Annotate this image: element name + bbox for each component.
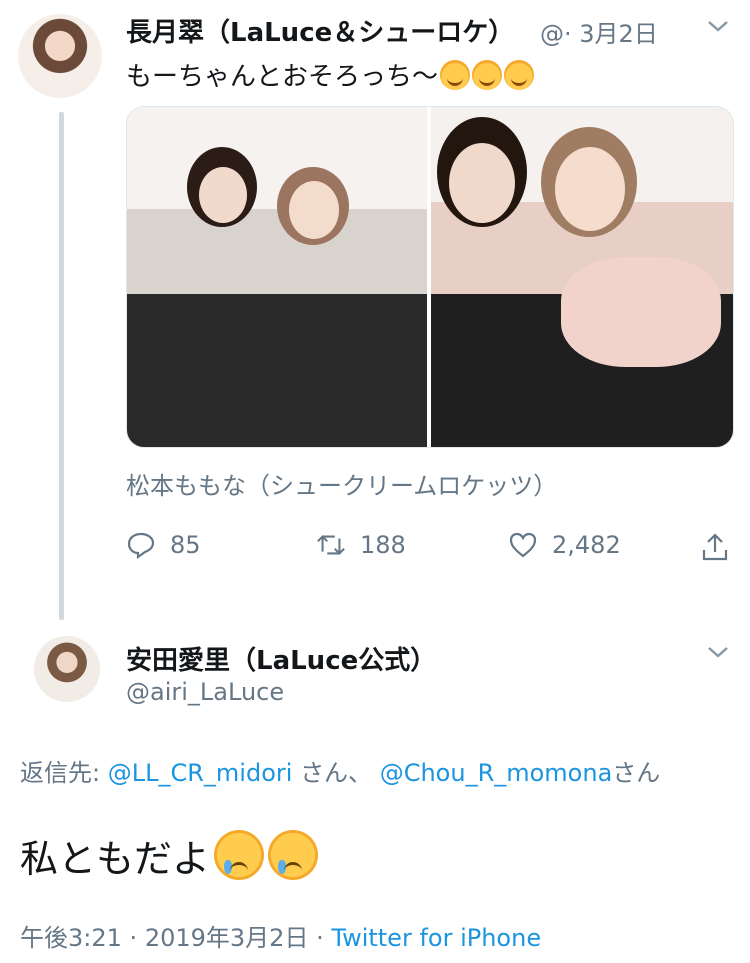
avatar[interactable]: [18, 14, 102, 98]
person-left-face: [199, 167, 247, 223]
tweet-text: もーちゃんとおそろっち〜: [126, 56, 535, 93]
reply-icon: [126, 530, 156, 560]
tweet-date[interactable]: 3月2日: [579, 20, 658, 48]
like-count: 2,482: [552, 531, 621, 559]
separator: ·: [129, 924, 138, 952]
author-handle[interactable]: @airi_LaLuce: [126, 678, 284, 706]
thread-line: [59, 112, 64, 620]
mention-link[interactable]: @LL_CR_midori: [108, 759, 293, 787]
retweet-button[interactable]: 188: [316, 530, 406, 560]
tweet-time[interactable]: 午後3:21: [20, 924, 122, 952]
reply-button[interactable]: 85: [126, 530, 201, 560]
author-handle[interactable]: @· 3月2日: [540, 14, 658, 49]
tweet-text: 私ともだよ: [20, 828, 319, 883]
person-left-face: [449, 143, 515, 223]
tweet-timestamp: 午後3:21 · 2019年3月2日 · Twitter for iPhone: [20, 918, 541, 953]
avatar[interactable]: [34, 636, 100, 702]
tweet-source-link[interactable]: Twitter for iPhone: [331, 924, 541, 952]
smiling-face-with-hearts-icon: [504, 60, 535, 90]
tweet-text-body: 私ともだよ: [20, 837, 211, 881]
photo-right[interactable]: [431, 107, 733, 447]
person-right-face: [555, 147, 625, 231]
separator: ·: [316, 924, 324, 952]
mention-link[interactable]: @Chou_R_momona: [380, 759, 613, 787]
heart-icon: [508, 530, 538, 560]
replying-to: 返信先: @LL_CR_midori さん、 @Chou_R_momonaさん: [20, 753, 720, 793]
smiling-face-with-hearts-icon: [440, 60, 471, 90]
tweet-text-body: もーちゃんとおそろっち〜: [126, 62, 439, 92]
photo-left[interactable]: [127, 107, 427, 447]
reply-count: 85: [170, 531, 201, 559]
author-name[interactable]: 安田愛里（LaLuce公式）: [126, 640, 436, 677]
smiling-face-with-hearts-icon: [472, 60, 503, 90]
tweet-media[interactable]: [126, 106, 734, 448]
share-icon[interactable]: [700, 532, 730, 562]
honorific: さん、: [300, 759, 373, 787]
tweet-date[interactable]: 2019年3月2日: [145, 924, 309, 952]
honorific: さん: [612, 759, 661, 787]
media-tagged-user[interactable]: 松本ももな（シュークリームロケッツ）: [126, 466, 557, 501]
handle-truncated: @·: [540, 20, 572, 48]
pink-sweater: [561, 257, 721, 367]
chevron-down-icon[interactable]: [706, 642, 730, 668]
reply-prefix: 返信先:: [20, 759, 101, 787]
chevron-down-icon[interactable]: [706, 16, 730, 42]
retweet-icon: [316, 530, 346, 560]
retweet-count: 188: [360, 531, 406, 559]
crying-face-icon: [268, 830, 319, 880]
person-right-face: [289, 181, 339, 239]
like-button[interactable]: 2,482: [508, 530, 621, 560]
crying-face-icon: [214, 830, 265, 880]
author-name[interactable]: 長月翠（LaLuce＆シューロケ）: [126, 12, 514, 49]
